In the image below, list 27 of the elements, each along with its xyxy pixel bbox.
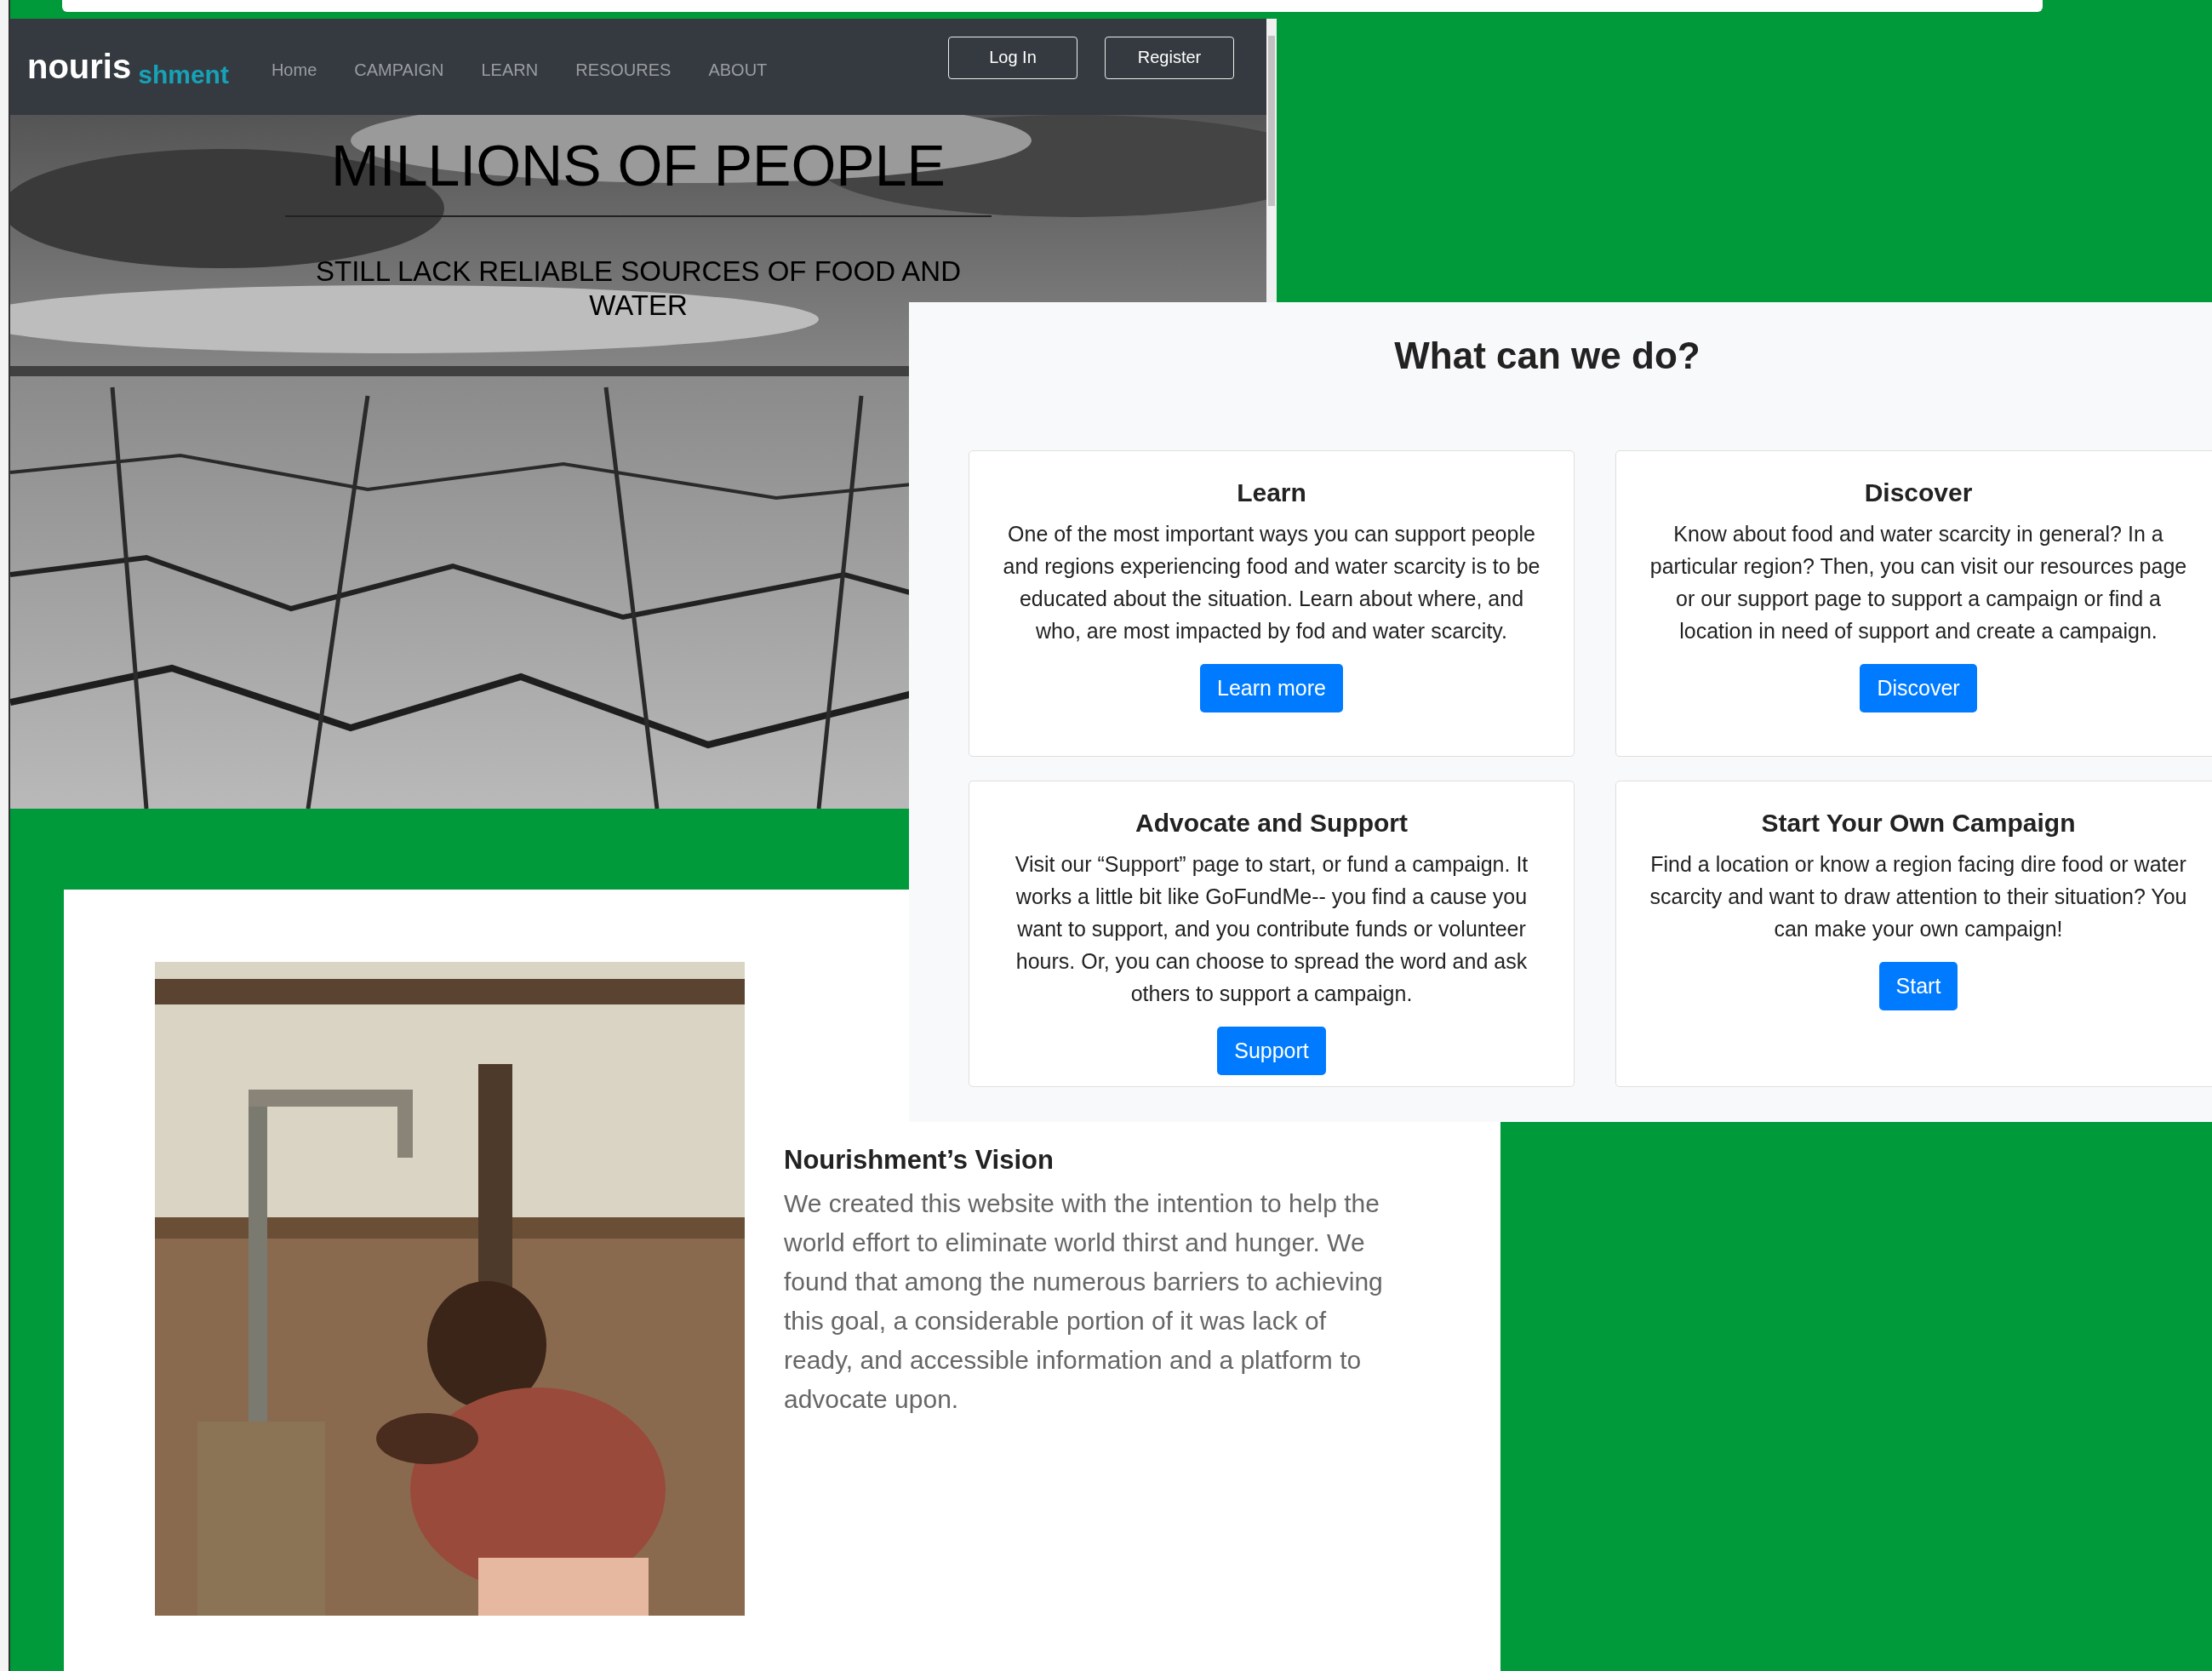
hero-subtitle: STILL LACK RELIABLE SOURCES OF FOOD AND WATER	[315, 255, 962, 323]
card-button[interactable]: Start	[1878, 962, 1958, 1010]
card-button[interactable]: Support	[1217, 1027, 1326, 1075]
nav-link[interactable]: ABOUT	[708, 60, 768, 80]
vision-text: We created this website with the intention to help the world effort to eliminate world thirst and hunger. We found that among the numerous barriers to achieving this goal, a considerable portion of it was lack of ready, and accessible information and a platform to advocate upon.	[784, 1188, 1384, 1415]
logo-text[interactable]: nouris	[27, 48, 132, 86]
section-title: What can we do?	[1393, 335, 1701, 377]
nav-link[interactable]: Home	[271, 60, 317, 80]
card-button[interactable]: Discover	[1860, 664, 1977, 712]
card-button[interactable]: Learn more	[1200, 664, 1343, 712]
login-button[interactable]: Log In	[948, 36, 1077, 79]
nav-link[interactable]: RESOURES	[575, 60, 672, 80]
register-button[interactable]: Register	[1105, 36, 1234, 79]
vision-heading: Nourishment’s Vision	[784, 1145, 1055, 1176]
nav-link[interactable]: CAMPAIGN	[354, 60, 444, 80]
card-text: One of the most important ways you can support people and regions experiencing food and water scarcity is to be educated about the situation. Learn about where, and who, are most impacted by fod and water scarcity.	[1002, 521, 1541, 644]
scrollbar-thumb[interactable]	[1268, 36, 1275, 206]
card-title: Discover	[1864, 478, 1973, 507]
logo-text[interactable]: shment	[138, 60, 229, 89]
card-title: Advocate and Support	[1135, 809, 1408, 838]
nav-link[interactable]: LEARN	[481, 60, 539, 80]
card-text: Know about food and water scarcity in general? In a particular region? Then, you can visit our resources page or our support page to support a campaign or find a location in need of support and create a campaign.	[1649, 521, 2188, 644]
hero-title: MILLIONS OF PEOPLE	[331, 132, 946, 198]
card-text: Visit our “Support” page to start, or fund a campaign. It works a little bit like GoFundMe-- you find a cause you want to support, and you contribute funds or volunteer hours. Or, you can choose to spread the word and ask others to support a campaign.	[1014, 851, 1529, 1007]
card-title: Learn	[1237, 478, 1306, 507]
card-text: Find a location or know a region facing dire food or water scarcity and want to draw attention to their situation? You can make your own campaign!	[1649, 851, 2188, 942]
card-title: Start Your Own Campaign	[1761, 809, 2076, 838]
